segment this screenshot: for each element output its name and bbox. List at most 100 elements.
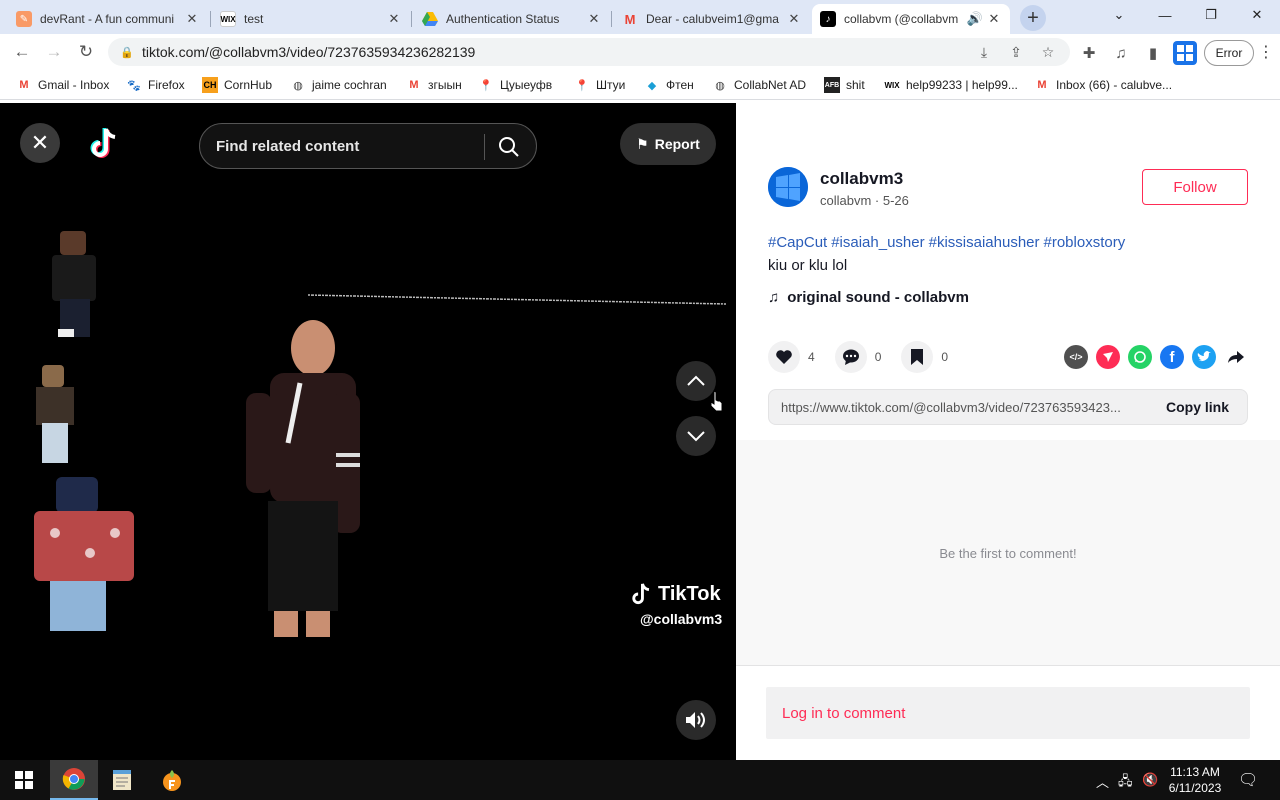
close-tab-icon[interactable]: ✕ xyxy=(786,11,802,27)
restore-button[interactable]: ❐ xyxy=(1188,0,1234,30)
bookmark-label: shit xyxy=(846,78,865,92)
start-button[interactable] xyxy=(0,760,48,800)
hashtag-link[interactable]: #CapCut xyxy=(768,234,827,251)
roblox-avatar-image xyxy=(52,231,96,337)
music-link[interactable]: ♫ original sound - collabvm xyxy=(768,289,969,306)
reload-button[interactable]: ↻ xyxy=(74,40,98,64)
bookmark-item[interactable]: ◆ Фтен xyxy=(644,76,694,94)
tiktok-watermark: TikTok xyxy=(628,581,721,607)
close-tab-icon[interactable]: ✕ xyxy=(986,11,1002,27)
facebook-share-icon[interactable]: f xyxy=(1160,345,1184,369)
error-button[interactable]: Error xyxy=(1204,40,1254,66)
bookmark-item[interactable]: 📍 Цуыеуфв xyxy=(478,76,552,94)
address-url: tiktok.com/@collabvm3/video/723763593423… xyxy=(142,44,476,60)
bookmark-star-icon[interactable]: ☆ xyxy=(1038,42,1058,62)
bookmark-item[interactable]: 🐾 Firefox xyxy=(126,76,185,94)
browser-toolbar: ← → ↻ 🔒 tiktok.com/@collabvm3/video/7237… xyxy=(0,34,1280,70)
bookmark-item[interactable]: M Inbox (66) - calubve... xyxy=(1034,76,1172,94)
bookmark-item[interactable]: 📍 Штуи xyxy=(574,76,625,94)
copy-link-button[interactable]: Copy link xyxy=(1166,399,1229,415)
like-button[interactable] xyxy=(768,341,800,373)
bookmark-item[interactable]: M Gmail - Inbox xyxy=(16,76,109,94)
side-panel-icon[interactable]: ▮ xyxy=(1142,42,1164,64)
back-button[interactable]: ← xyxy=(10,40,34,64)
taskbar-chrome[interactable] xyxy=(50,760,98,800)
video-player[interactable]: ✕ ⚑ Report TikTok @collabvm3 xyxy=(0,103,736,760)
comments-divider xyxy=(736,665,1280,666)
close-tab-icon[interactable]: ✕ xyxy=(386,11,402,27)
bookmark-item[interactable]: ◍ CollabNet AD xyxy=(712,76,806,94)
tab-wix-test[interactable]: WIX test ✕ xyxy=(212,4,410,34)
wix-icon: WIX xyxy=(884,80,900,90)
gmail-icon: M xyxy=(19,79,29,91)
bookmarks-bar: M Gmail - Inbox 🐾 Firefox CH CornHub ◍ j… xyxy=(0,70,1280,100)
extensions-icon[interactable]: ✚ xyxy=(1078,42,1100,64)
google-drive-icon xyxy=(422,11,438,27)
twitter-share-icon[interactable] xyxy=(1192,345,1216,369)
show-hidden-icons[interactable]: ︿ xyxy=(1096,772,1109,791)
like-count: 4 xyxy=(808,350,815,364)
tab-devrant[interactable]: ✎ devRant - A fun communi ✕ xyxy=(8,4,208,34)
roblox-avatar-image xyxy=(36,365,74,463)
gmail-icon: M xyxy=(1037,79,1047,91)
new-tab-button[interactable]: + xyxy=(1020,5,1046,31)
hashtag-link[interactable]: #kissisaiahusher xyxy=(929,234,1040,251)
close-tab-icon[interactable]: ✕ xyxy=(586,11,602,27)
whatsapp-share-icon[interactable] xyxy=(1128,345,1152,369)
afb-icon: AFB xyxy=(824,77,840,93)
video-caption-scribble xyxy=(308,294,726,305)
hashtag-link[interactable]: #robloxstory xyxy=(1044,234,1126,251)
search-icon[interactable] xyxy=(498,136,520,158)
forward-button[interactable]: → xyxy=(42,40,66,64)
hashtag-link[interactable]: #isaiah_usher xyxy=(831,234,924,251)
bookmark-label: Штуи xyxy=(596,78,626,92)
tab-gmail-dear[interactable]: M Dear - calubveim1@gma ✕ xyxy=(614,4,810,34)
author-username[interactable]: collabvm3 xyxy=(820,169,903,189)
kebab-menu-icon[interactable]: ⋮ xyxy=(1258,42,1274,62)
media-control-icon[interactable]: ♫ xyxy=(1110,42,1132,64)
bookmark-item[interactable]: M згыын xyxy=(406,76,461,94)
follow-button[interactable]: Follow xyxy=(1142,169,1248,205)
share-page-icon[interactable]: ⇪ xyxy=(1006,42,1026,62)
bookmark-item[interactable]: AFB shit xyxy=(824,76,865,94)
close-tab-icon[interactable]: ✕ xyxy=(184,11,200,27)
send-share-icon[interactable] xyxy=(1096,345,1120,369)
network-icon[interactable]: 🖧 xyxy=(1118,772,1133,794)
tab-search-icon[interactable]: ⌄ xyxy=(1096,0,1142,30)
more-share-icon[interactable] xyxy=(1224,345,1248,369)
speaker-icon[interactable]: 🔊 xyxy=(964,11,986,27)
save-count: 0 xyxy=(941,350,949,364)
share-link-url[interactable]: https://www.tiktok.com/@collabvm3/video/… xyxy=(769,400,1149,415)
system-clock[interactable]: 11:13 AM 6/11/2023 xyxy=(1166,764,1224,796)
empty-comments-message: Be the first to comment! xyxy=(939,546,1077,561)
volume-muted-icon[interactable]: 🔇 xyxy=(1142,772,1158,788)
taskbar-notepad[interactable] xyxy=(98,760,146,800)
close-window-button[interactable]: ✕ xyxy=(1234,0,1280,30)
bookmark-item[interactable]: ◍ jaime cochran xyxy=(290,76,387,94)
tab-authentication-status[interactable]: Authentication Status ✕ xyxy=(414,4,610,34)
comment-button[interactable] xyxy=(834,341,867,373)
notification-icon[interactable]: 🗨 xyxy=(1238,770,1258,790)
bookmark-item[interactable]: WIX help99233 | help99... xyxy=(884,76,1017,94)
author-avatar[interactable] xyxy=(768,167,808,207)
address-bar[interactable]: 🔒 tiktok.com/@collabvm3/video/7237635934… xyxy=(108,38,1070,66)
install-icon[interactable]: ⤓ xyxy=(974,42,994,62)
report-button[interactable]: ⚑ Report xyxy=(620,123,716,165)
minimize-button[interactable]: — xyxy=(1142,0,1188,30)
login-to-comment-button[interactable]: Log in to comment xyxy=(766,687,1250,739)
sound-toggle-button[interactable] xyxy=(676,700,716,740)
taskbar-fl-studio[interactable] xyxy=(148,760,196,800)
chevron-down-icon xyxy=(687,431,705,442)
post-description: kiu or klu lol xyxy=(768,257,848,274)
share-link-box: https://www.tiktok.com/@collabvm3/video/… xyxy=(768,389,1248,425)
bookmark-label: CornHub xyxy=(224,78,273,92)
bookmark-item[interactable]: CH CornHub xyxy=(202,76,272,94)
next-video-button[interactable] xyxy=(676,416,716,456)
tab-tiktok-collabvm[interactable]: ♪ collabvm (@collabvm 🔊 ✕ xyxy=(812,4,1010,34)
save-button[interactable] xyxy=(901,341,934,373)
tiktok-logo-icon[interactable] xyxy=(86,125,122,161)
search-input[interactable] xyxy=(216,137,476,155)
profile-avatar[interactable] xyxy=(1173,41,1197,65)
embed-share-icon[interactable]: </> xyxy=(1064,345,1088,369)
close-video-button[interactable]: ✕ xyxy=(20,123,60,163)
